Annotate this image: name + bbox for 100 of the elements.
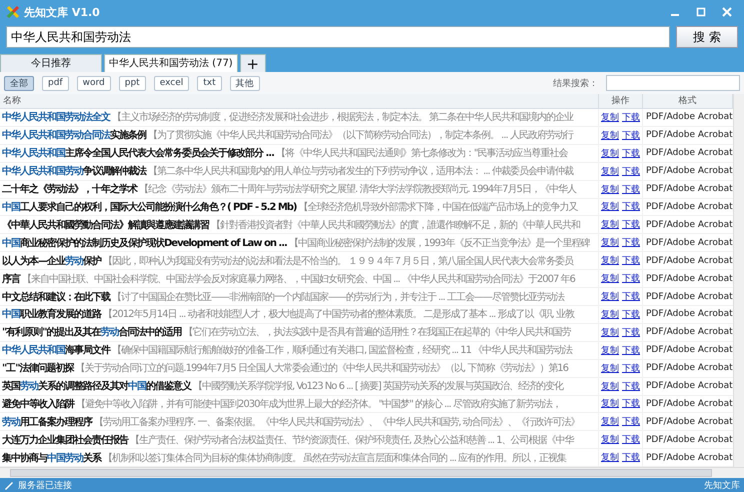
pen-icon xyxy=(4,480,14,490)
result-name-cell[interactable]: 大连万力企业集团社会责任报告 【生产责任、保护劳动者合法权益责任、节约资源责任、保护环境责任, 及热心公益和慈善 ... 1、公司根据《中华 xyxy=(0,431,599,448)
copy-link[interactable]: 复制 xyxy=(601,397,619,410)
download-link[interactable]: 下载 xyxy=(622,362,640,375)
result-name-cell[interactable]: 中华人民共和国劳动法全文 【主义市场经济的劳动制度，促进经济发展和社会进步，根据宪法，制定本法。 第二条在中华人民共和国境内的企业 xyxy=(0,109,599,126)
result-name-cell[interactable]: 中华人民共和国海事局文件 【确保中国籍国际航行船舶做好的准备工作，顺利通过有关港口, 国监督检查，经研究 ... 11 《中华人民共和国劳动法 xyxy=(0,342,599,359)
result-name-cell[interactable]: 集中协商与中国劳动关系 【机制和以签订集体合同为目标的集体协商制度。 虽然在劳动法宣言层面和集体合同的 ... 应有的作用。所以，正视集 xyxy=(0,449,599,466)
filter-button[interactable]: txt xyxy=(197,76,222,90)
result-name-cell[interactable]: "工"法律问题初探 【关于劳动合同订立的问题.1994年7月5 日全国人大常委会通过的《中华人民共和国劳动法》（以, 下简称《劳动法》）第16 xyxy=(0,360,599,377)
format-cell-text: PDF/Adobe Acrobat xyxy=(645,398,733,411)
download-link[interactable]: 下载 xyxy=(622,272,640,286)
copy-link[interactable]: 复制 xyxy=(601,200,619,214)
copy-link[interactable]: 复制 xyxy=(601,362,619,375)
filter-button[interactable]: pdf xyxy=(42,76,69,90)
result-name-cell[interactable]: 中文总结和建议：在此下载 【讨了中国国企在赞比亚——非洲南部的一个内陆国家——的劳动行为，并专注于 ... 工工会——尽管赞比亚劳动法 xyxy=(0,288,599,305)
result-name-cell[interactable]: 中华人民共和国劳动争议调解仲裁法 【第二条中华人民共和国境内的用人单位与劳动者发生的下列劳动争议，适用本法： ... 仲裁委员会申请仲裁 xyxy=(0,162,599,180)
format-cell-text: PDF/Adobe Acrobat xyxy=(645,147,733,160)
format-cell-text: PDF/Adobe Acrobat xyxy=(645,290,733,304)
search-button[interactable]: 搜 索 xyxy=(676,26,738,48)
result-name-cell[interactable]: 中国职业教育发展的道路 【2012年5月14日 ... 动者和技能型人才，极大地提高了中国劳动者的整体素质。 二是形成了基本 ... 形成了以《职, 业教 xyxy=(0,306,599,323)
result-search-label: 结果搜索： xyxy=(553,78,598,90)
download-link[interactable]: 下载 xyxy=(622,128,640,142)
filter-button[interactable]: word xyxy=(76,76,111,90)
logo-icon xyxy=(6,5,20,19)
format-cell-text: PDF/Adobe Acrobat xyxy=(645,308,733,322)
copy-link[interactable]: 复制 xyxy=(601,218,619,232)
copy-link[interactable]: 复制 xyxy=(601,254,619,268)
download-link[interactable]: 下载 xyxy=(622,344,640,357)
format-cell-text: PDF/Adobe Acrobat xyxy=(645,434,733,447)
tab[interactable]: 今日推荐 xyxy=(0,54,102,72)
tab[interactable]: 中华人民共和国劳动法 (77) xyxy=(104,54,238,72)
download-link[interactable]: 下载 xyxy=(622,236,640,250)
copy-link[interactable]: 复制 xyxy=(601,146,619,160)
copy-link[interactable]: 复制 xyxy=(601,344,619,357)
format-cell-text: PDF/Adobe Acrobat xyxy=(645,362,733,376)
tab[interactable]: + xyxy=(240,54,266,72)
format-cell-text: PDF/Adobe Acrobat xyxy=(645,254,733,268)
download-link[interactable]: 下载 xyxy=(622,110,640,124)
result-name-cell[interactable]: 二十年之《劳动法》，十年之学术 【纪念《劳动法》颁布二十周年与劳动法学研究之展望. 清华大学法学院教授郑尚元. 1994年7月5日，《中华人 xyxy=(0,180,599,198)
format-cell-text: PDF/Adobe Acrobat xyxy=(645,272,733,286)
copy-link[interactable]: 复制 xyxy=(601,182,619,196)
download-link[interactable]: 下载 xyxy=(622,380,640,393)
format-cell-text: PDF/Adobe Acrobat xyxy=(645,183,733,196)
download-link[interactable]: 下载 xyxy=(622,146,640,160)
result-name-cell[interactable]: 中国工人要求自己的权利，国际大公司能扮演什么角色？( PDF - 5.2 Mb) 【全球经济危机导致外部需求下降，中国在低端产品市场上的竞争力又 xyxy=(0,198,599,216)
download-link[interactable]: 下载 xyxy=(622,433,640,446)
result-name-cell[interactable]: 中华人民共和国劳动合同法实施条例 【为了贯彻实施《中华人民共和国劳动合同法》（以下简称劳动合同法），制定本条例。 ... 人民政府劳动行 xyxy=(0,126,599,144)
column-header[interactable]: 名称 xyxy=(0,94,599,108)
filter-button[interactable]: 其他 xyxy=(230,76,260,90)
copy-link[interactable]: 复制 xyxy=(601,128,619,142)
download-link[interactable]: 下载 xyxy=(622,290,640,304)
column-header[interactable]: 格式 xyxy=(643,94,733,108)
format-cell-text: PDF/Adobe Acrobat xyxy=(645,416,733,429)
column-header[interactable]: 操作 xyxy=(599,94,643,108)
download-link[interactable]: 下载 xyxy=(622,200,640,214)
result-name-cell[interactable]: 劳动用工备案办理程序 【劳动用工备案办理程序. 一、备案依据。《中华人民共和国劳动法》、《中华人民共和国劳, 动合同法》、《行政许可法》 xyxy=(0,413,599,430)
result-name-cell[interactable]: 中国商业秘密保护的法制历史及保护现状Development of Law on ... 【中国商业秘密保护法制的发展，1993年《反不正当竞争法》是一个里程碑 xyxy=(0,234,599,252)
vertical-scrollbar[interactable] xyxy=(733,94,744,467)
copy-link[interactable]: 复制 xyxy=(601,164,619,178)
window-title: 先知文库 V1.0 xyxy=(24,4,101,20)
copy-link[interactable]: 复制 xyxy=(601,380,619,393)
result-name-cell[interactable]: 英国劳动关系的调整路径及其对中国的借鉴意义 【中國勞動关系学院学报, Vo123 No 6 ... [ 摘要] 英国劳动关系的发展与英国政治、经济的变化 xyxy=(0,378,599,394)
search-field[interactable]: 中华人民共和国劳动法 xyxy=(6,26,670,48)
download-link[interactable]: 下载 xyxy=(622,182,640,196)
result-name-cell[interactable]: 序言 【来自中国社联、中国社会科学院、中国法学会反对家庭暴力网络、，中国妇女研究会、中国 ... 《中华人民共和国劳动合同法》于2007 年6 xyxy=(0,270,599,288)
copy-link[interactable]: 复制 xyxy=(601,236,619,250)
result-name-cell[interactable]: "有利原则"的提出及其在劳动合同法中的适用 【它们在劳动立法、，执法实践中是否具有普遍的适用性？在我国正在起草的《中华人民共和国劳 xyxy=(0,324,599,341)
format-cell-text: PDF/Adobe Acrobat xyxy=(645,452,733,465)
filter-button[interactable]: 全部 xyxy=(4,76,34,90)
copy-link[interactable]: 复制 xyxy=(601,451,619,464)
horizontal-scrollbar[interactable] xyxy=(0,467,744,478)
download-link[interactable]: 下载 xyxy=(622,326,640,339)
download-link[interactable]: 下载 xyxy=(622,218,640,232)
download-link[interactable]: 下载 xyxy=(622,254,640,268)
copy-link[interactable]: 复制 xyxy=(601,326,619,339)
result-search-field[interactable] xyxy=(606,75,740,91)
format-cell-text: PDF/Adobe Acrobat xyxy=(645,326,733,340)
download-link[interactable]: 下载 xyxy=(622,308,640,321)
copy-link[interactable]: 复制 xyxy=(601,110,619,124)
copy-link[interactable]: 复制 xyxy=(601,272,619,286)
download-link[interactable]: 下载 xyxy=(622,415,640,428)
format-cell-text: PDF/Adobe Acrobat xyxy=(645,129,733,142)
result-name-cell[interactable]: 《中華人民共和國勞動合同法》解讀與遵應建議講習 【針對香港投資者對《中華人民共和國勞動法》的實，誰還作瞭解不足，新的《中華人民共和 xyxy=(0,216,599,234)
download-link[interactable]: 下载 xyxy=(622,164,640,178)
filter-button[interactable]: ppt xyxy=(118,76,146,90)
result-name-cell[interactable]: 中华人民共和国主席令全国人民代表大会常务委员会关于修改部分 ... 【将《中华人民共和国民法通则》第七条修改为："民事活动应当尊重社会 xyxy=(0,144,599,162)
copy-link[interactable]: 复制 xyxy=(601,308,619,321)
result-name-cell[interactable]: 避免中等收入陷阱 【避免中等收入陷阱，并有可能使中国到2030年成为世界上最大的经济体。 "中国梦" 的核心 ... 尽管政府实施了新劳动法， xyxy=(0,396,599,412)
format-cell-text: PDF/Adobe Acrobat xyxy=(645,218,733,232)
brand-text: 先知文库 xyxy=(704,480,740,492)
format-cell-text: PDF/Adobe Acrobat xyxy=(645,344,733,358)
download-link[interactable]: 下载 xyxy=(622,451,640,464)
copy-link[interactable]: 复制 xyxy=(601,433,619,446)
copy-link[interactable]: 复制 xyxy=(601,290,619,304)
download-link[interactable]: 下载 xyxy=(622,397,640,410)
filter-button[interactable]: excel xyxy=(154,76,190,90)
format-cell-text: PDF/Adobe Acrobat xyxy=(645,165,733,178)
result-name-cell[interactable]: 以人为本—企业劳动保护 【因此，即种认为我国没有劳动法的说法和看法是不恰当的。 １９９４年７月５日，第八届全国人民代表大会常务委员 xyxy=(0,252,599,270)
copy-link[interactable]: 复制 xyxy=(601,415,619,428)
status-text: 服务器已连接 xyxy=(18,480,72,492)
